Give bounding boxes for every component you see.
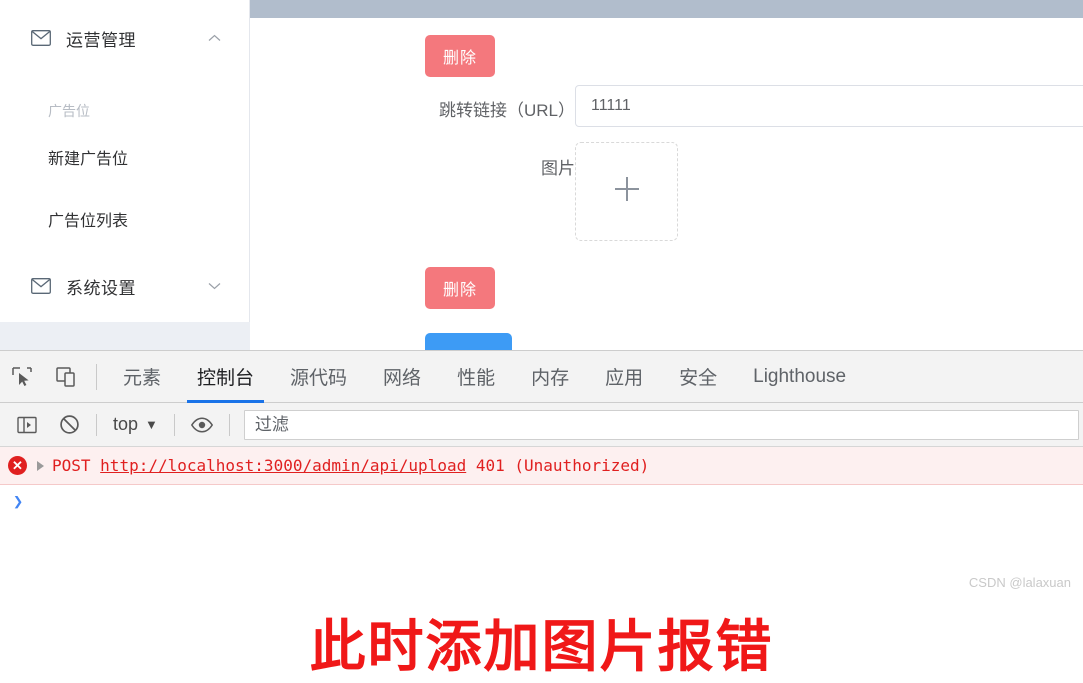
device-toolbar-icon[interactable] xyxy=(44,351,88,403)
console-body: ✕ POST http://localhost:3000/admin/api/u… xyxy=(0,447,1083,680)
sidebar-group-operations[interactable]: 运营管理 xyxy=(0,10,249,66)
delete-button-bottom[interactable]: 删除 xyxy=(425,267,495,309)
image-label: 图片 xyxy=(541,159,575,178)
annotation-text: 此时添加图片报错 xyxy=(309,615,774,680)
error-status: 401 (Unauthorized) xyxy=(475,456,650,475)
chevron-up-icon xyxy=(207,31,221,45)
chevron-down-icon xyxy=(207,279,221,293)
console-error-message: POST http://localhost:3000/admin/api/upl… xyxy=(52,456,649,475)
prompt-chevron-icon: ❯ xyxy=(13,492,24,512)
sidebar-item-ad-slot-list[interactable]: 广告位列表 xyxy=(0,198,249,240)
page-topbar xyxy=(250,0,1083,18)
tab-security[interactable]: 安全 xyxy=(661,351,735,403)
tab-label: Lighthouse xyxy=(753,365,847,387)
console-filterbar: top ▼ xyxy=(0,403,1083,447)
tab-label: 性能 xyxy=(457,368,496,389)
filterbar-divider xyxy=(96,413,97,436)
sidebar-group-label: 系统设置 xyxy=(66,278,136,298)
tab-performance[interactable]: 性能 xyxy=(439,351,513,403)
devtools-tabbar: 元素 控制台 源代码 网络 性能 内存 应用 安全 Lighthouse xyxy=(0,351,1083,403)
tab-label: 源代码 xyxy=(290,368,348,389)
sidebar-item-new-ad-slot[interactable]: 新建广告位 xyxy=(0,136,249,178)
filterbar-divider xyxy=(173,413,175,436)
tab-console[interactable]: 控制台 xyxy=(179,351,272,403)
sidebar-group-label: 运营管理 xyxy=(66,30,136,50)
console-error-row[interactable]: ✕ POST http://localhost:3000/admin/api/u… xyxy=(0,447,1083,485)
console-context-selector[interactable]: top ▼ xyxy=(103,414,168,435)
main-content: 删除 跳转链接（URL） 图片 删除 xyxy=(250,0,1083,350)
error-circle-icon: ✕ xyxy=(8,456,27,475)
tab-label: 元素 xyxy=(123,368,162,389)
sidebar-item-label: 广告位 xyxy=(48,103,90,119)
chevron-down-icon: ▼ xyxy=(145,417,158,432)
console-filter-input[interactable] xyxy=(243,409,1079,440)
mail-icon xyxy=(30,27,52,49)
sidebar-group-system-settings[interactable]: 系统设置 xyxy=(0,258,249,314)
tab-network[interactable]: 网络 xyxy=(365,351,439,403)
sidebar-item-ad-slot[interactable]: 广告位 xyxy=(0,90,249,132)
tab-elements[interactable]: 元素 xyxy=(105,351,179,403)
error-url-link[interactable]: http://localhost:3000/admin/api/upload xyxy=(100,456,466,475)
tab-label: 网络 xyxy=(383,368,422,389)
console-prompt-row[interactable]: ❯ xyxy=(0,485,1083,519)
sidebar: 运营管理 广告位 新建广告位 广告位列表 系统设置 xyxy=(0,0,250,322)
live-expression-eye-icon[interactable] xyxy=(181,403,223,447)
tab-label: 内存 xyxy=(531,368,570,389)
mail-icon xyxy=(30,275,52,297)
filterbar-divider xyxy=(228,413,230,436)
tab-label: 控制台 xyxy=(197,368,255,389)
clear-console-icon[interactable] xyxy=(48,403,90,447)
error-method: POST xyxy=(52,456,91,475)
tab-application[interactable]: 应用 xyxy=(587,351,661,403)
tab-sources[interactable]: 源代码 xyxy=(272,351,365,403)
jump-url-label: 跳转链接（URL） xyxy=(438,101,575,120)
toolbar-divider xyxy=(96,363,97,390)
sidebar-item-label: 广告位列表 xyxy=(48,213,129,230)
jump-url-input[interactable] xyxy=(575,85,1083,127)
expand-triangle-icon[interactable] xyxy=(37,460,44,471)
sidebar-item-label: 新建广告位 xyxy=(48,151,129,168)
delete-button-top[interactable]: 删除 xyxy=(425,35,495,77)
console-sidebar-icon[interactable] xyxy=(6,403,48,447)
tab-label: 应用 xyxy=(605,368,644,389)
watermark: CSDN @lalaxuan xyxy=(968,575,1071,590)
image-upload-dropzone[interactable] xyxy=(575,142,678,241)
tab-memory[interactable]: 内存 xyxy=(513,351,587,403)
tab-lighthouse[interactable]: Lighthouse xyxy=(735,351,864,403)
sidebar-footer xyxy=(0,322,250,350)
devtools-panel: 元素 控制台 源代码 网络 性能 内存 应用 安全 Lighthouse top… xyxy=(0,350,1083,680)
inspect-element-icon[interactable] xyxy=(0,351,44,403)
tab-label: 安全 xyxy=(679,368,718,389)
submit-button-partial[interactable] xyxy=(425,333,512,350)
context-label: top xyxy=(113,414,139,434)
web-page-area: 运营管理 广告位 新建广告位 广告位列表 系统设置 删除 跳转链接（URL） 1… xyxy=(0,0,1083,350)
plus-icon xyxy=(610,172,644,211)
